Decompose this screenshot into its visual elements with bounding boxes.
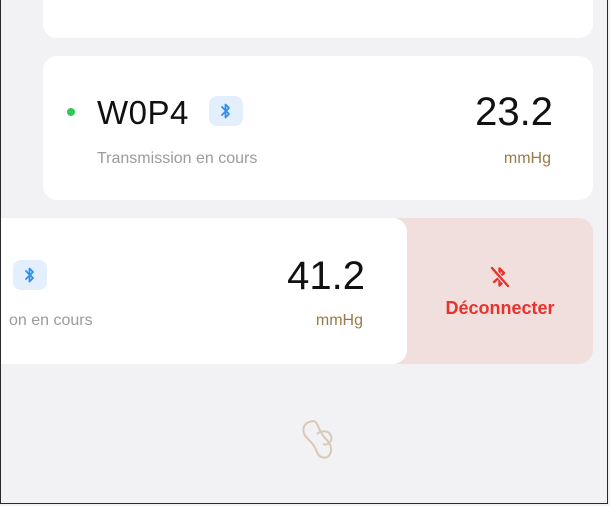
device-card-swiped[interactable]: 41.2 on en cours mmHg xyxy=(1,218,407,364)
bluetooth-icon xyxy=(25,267,34,283)
swipe-row[interactable]: 41.2 on en cours mmHg Déconnecter xyxy=(1,218,593,364)
device-card[interactable]: W0P4 23.2 Transmission en cours mmHg xyxy=(43,56,593,200)
disconnect-label: Déconnecter xyxy=(445,297,555,318)
bluetooth-off-icon xyxy=(489,265,511,288)
device-card-previous[interactable] xyxy=(43,0,593,38)
bluetooth-badge xyxy=(209,96,243,126)
transmission-status: on en cours xyxy=(9,312,93,329)
app-logo-icon xyxy=(297,416,339,467)
device-name: W0P4 xyxy=(97,94,189,131)
transmission-status: Transmission en cours xyxy=(97,150,258,167)
disconnect-button[interactable]: Déconnecter xyxy=(407,218,593,364)
connection-status-dot xyxy=(67,108,75,116)
pressure-value: 23.2 xyxy=(475,90,553,134)
bluetooth-badge xyxy=(13,260,47,290)
bluetooth-icon xyxy=(221,103,230,119)
pressure-value: 41.2 xyxy=(287,254,365,298)
pressure-unit: mmHg xyxy=(503,150,551,167)
pressure-unit: mmHg xyxy=(315,312,363,329)
app-screen: W0P4 23.2 Transmission en cours mmHg 41.… xyxy=(0,0,608,504)
